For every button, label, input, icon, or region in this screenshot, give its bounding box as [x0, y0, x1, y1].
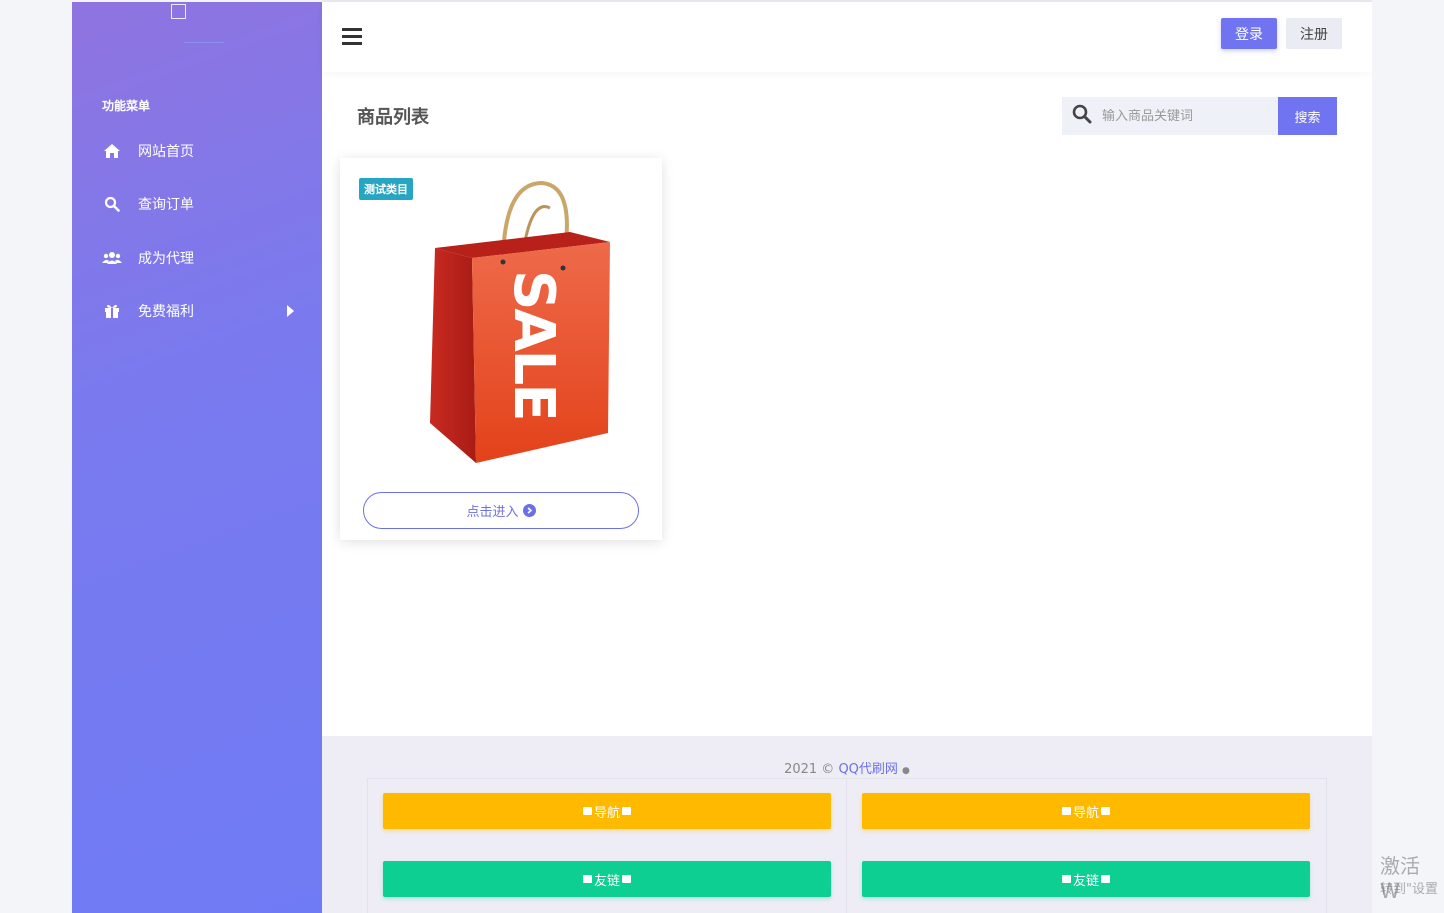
users-icon [102, 249, 122, 267]
product-image-sale-bag[interactable]: SALE [420, 178, 610, 468]
search-input[interactable] [1102, 108, 1272, 124]
hamburger-menu-icon[interactable] [342, 28, 362, 46]
sidebar-item-query-order[interactable]: 查询订单 [102, 189, 302, 219]
crown-icon [622, 875, 631, 883]
crown-icon [582, 807, 592, 815]
footer: 2021 © QQ代刷网 ● 导航 导航 友链 友链 [322, 736, 1372, 913]
nav-button-1[interactable]: 导航 [383, 793, 831, 829]
search-icon [102, 195, 122, 213]
product-card[interactable]: 测试类目 SALE 点击进入 [340, 158, 662, 540]
nav-button-2[interactable]: 导航 [862, 793, 1310, 829]
sidebar-item-become-agent[interactable]: 成为代理 [102, 243, 302, 273]
sidebar-item-label: 网站首页 [138, 144, 194, 160]
friend-link-button-1[interactable]: 友链 [383, 861, 831, 897]
logo-placeholder-icon[interactable] [171, 4, 186, 19]
brand-link[interactable]: QQ代刷网 [838, 762, 897, 777]
search-bar: 搜索 [1062, 97, 1337, 135]
activation-watermark-sub: 转到"设置 [1380, 882, 1438, 897]
crown-icon [1101, 807, 1110, 815]
register-button[interactable]: 注册 [1286, 18, 1342, 49]
gift-icon [102, 302, 122, 320]
crown-icon [1061, 807, 1071, 815]
category-badge: 测试类目 [359, 178, 413, 200]
login-button[interactable]: 登录 [1221, 18, 1277, 49]
arrow-circle-right-icon [522, 504, 536, 517]
search-icon [1072, 104, 1092, 128]
chevron-right-icon [287, 305, 294, 317]
sidebar-item-label: 查询订单 [138, 197, 194, 213]
page-title: 商品列表 [357, 107, 429, 128]
crown-icon [582, 875, 592, 883]
main-panel: 登录 注册 商品列表 搜索 测试类目 [322, 2, 1372, 736]
sidebar-item-label: 免费福利 [138, 304, 194, 320]
sidebar-item-label: 成为代理 [138, 251, 194, 267]
crown-icon [1061, 875, 1071, 883]
grid-divider [846, 779, 847, 913]
sidebar-item-free-benefits[interactable]: 免费福利 [102, 296, 302, 326]
search-button[interactable]: 搜索 [1278, 97, 1337, 135]
sidebar: 功能菜单 网站首页 查询订单 成为代理 免费福利 [72, 2, 322, 913]
crown-icon [1101, 875, 1110, 883]
sidebar-item-home[interactable]: 网站首页 [102, 136, 302, 166]
crown-icon [622, 807, 631, 815]
right-gutter [1372, 2, 1444, 913]
home-icon [102, 142, 122, 160]
menu-title: 功能菜单 [102, 99, 151, 113]
search-box [1062, 97, 1278, 135]
enter-label: 点击进入 [466, 505, 519, 520]
sale-text: SALE [501, 270, 566, 420]
friend-link-button-2[interactable]: 友链 [862, 861, 1310, 897]
dot-icon: ● [902, 766, 910, 776]
topbar: 登录 注册 [322, 2, 1372, 72]
logo-underline [184, 42, 224, 43]
enter-product-button[interactable]: 点击进入 [363, 492, 639, 529]
copyright: 2021 © QQ代刷网 ● [784, 762, 910, 777]
